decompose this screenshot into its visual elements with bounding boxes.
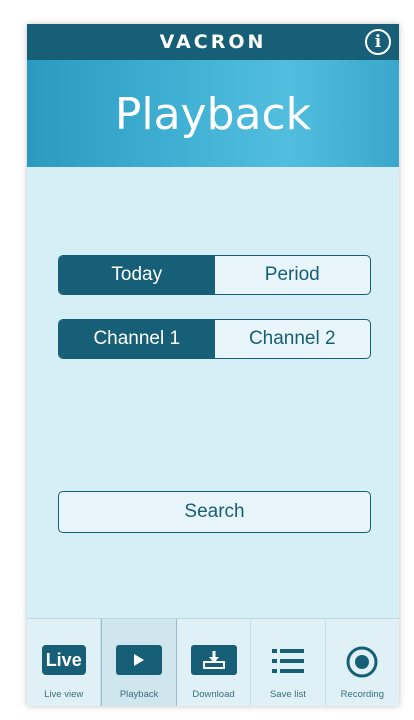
tab-live-view[interactable]: Live Live view [27,619,102,706]
play-icon [116,645,163,680]
channel-toggle: Channel 1 Channel 2 [58,319,371,359]
channel-1-option[interactable]: Channel 1 [59,320,215,358]
page-banner: Playback [27,60,399,167]
today-option[interactable]: Today [59,256,215,294]
top-bar: VACRON i [27,24,399,60]
list-icon [268,645,308,682]
period-option[interactable]: Period [215,256,371,294]
record-icon [345,645,379,684]
tab-label-download: Download [192,689,235,700]
tab-playback[interactable]: Playback [101,619,177,706]
download-icon [190,645,237,680]
page-title: Playback [114,89,312,140]
bottom-tab-bar: Live Live view Playback Download Save li… [27,618,399,706]
screenshot-frame: VACRON i Playback Today Period Channel 1… [0,0,414,720]
live-icon: Live [41,645,86,675]
channel-2-option[interactable]: Channel 2 [215,320,371,358]
info-icon[interactable]: i [365,29,391,55]
tab-label-live-view: Live view [44,689,84,700]
search-button[interactable]: Search [58,491,371,533]
tab-label-save-list: Save list [269,689,306,700]
brand-logo: VACRON [159,31,267,53]
tab-save-list[interactable]: Save list [251,619,326,706]
app-screen: VACRON i Playback Today Period Channel 1… [27,24,399,706]
tab-label-recording: Recording [340,689,384,700]
tab-download[interactable]: Download [177,619,252,706]
tab-label-playback: Playback [119,689,159,700]
tab-recording[interactable]: Recording [326,619,399,706]
playback-form: Today Period Channel 1 Channel 2 Search [27,167,399,618]
date-range-toggle: Today Period [58,255,371,295]
